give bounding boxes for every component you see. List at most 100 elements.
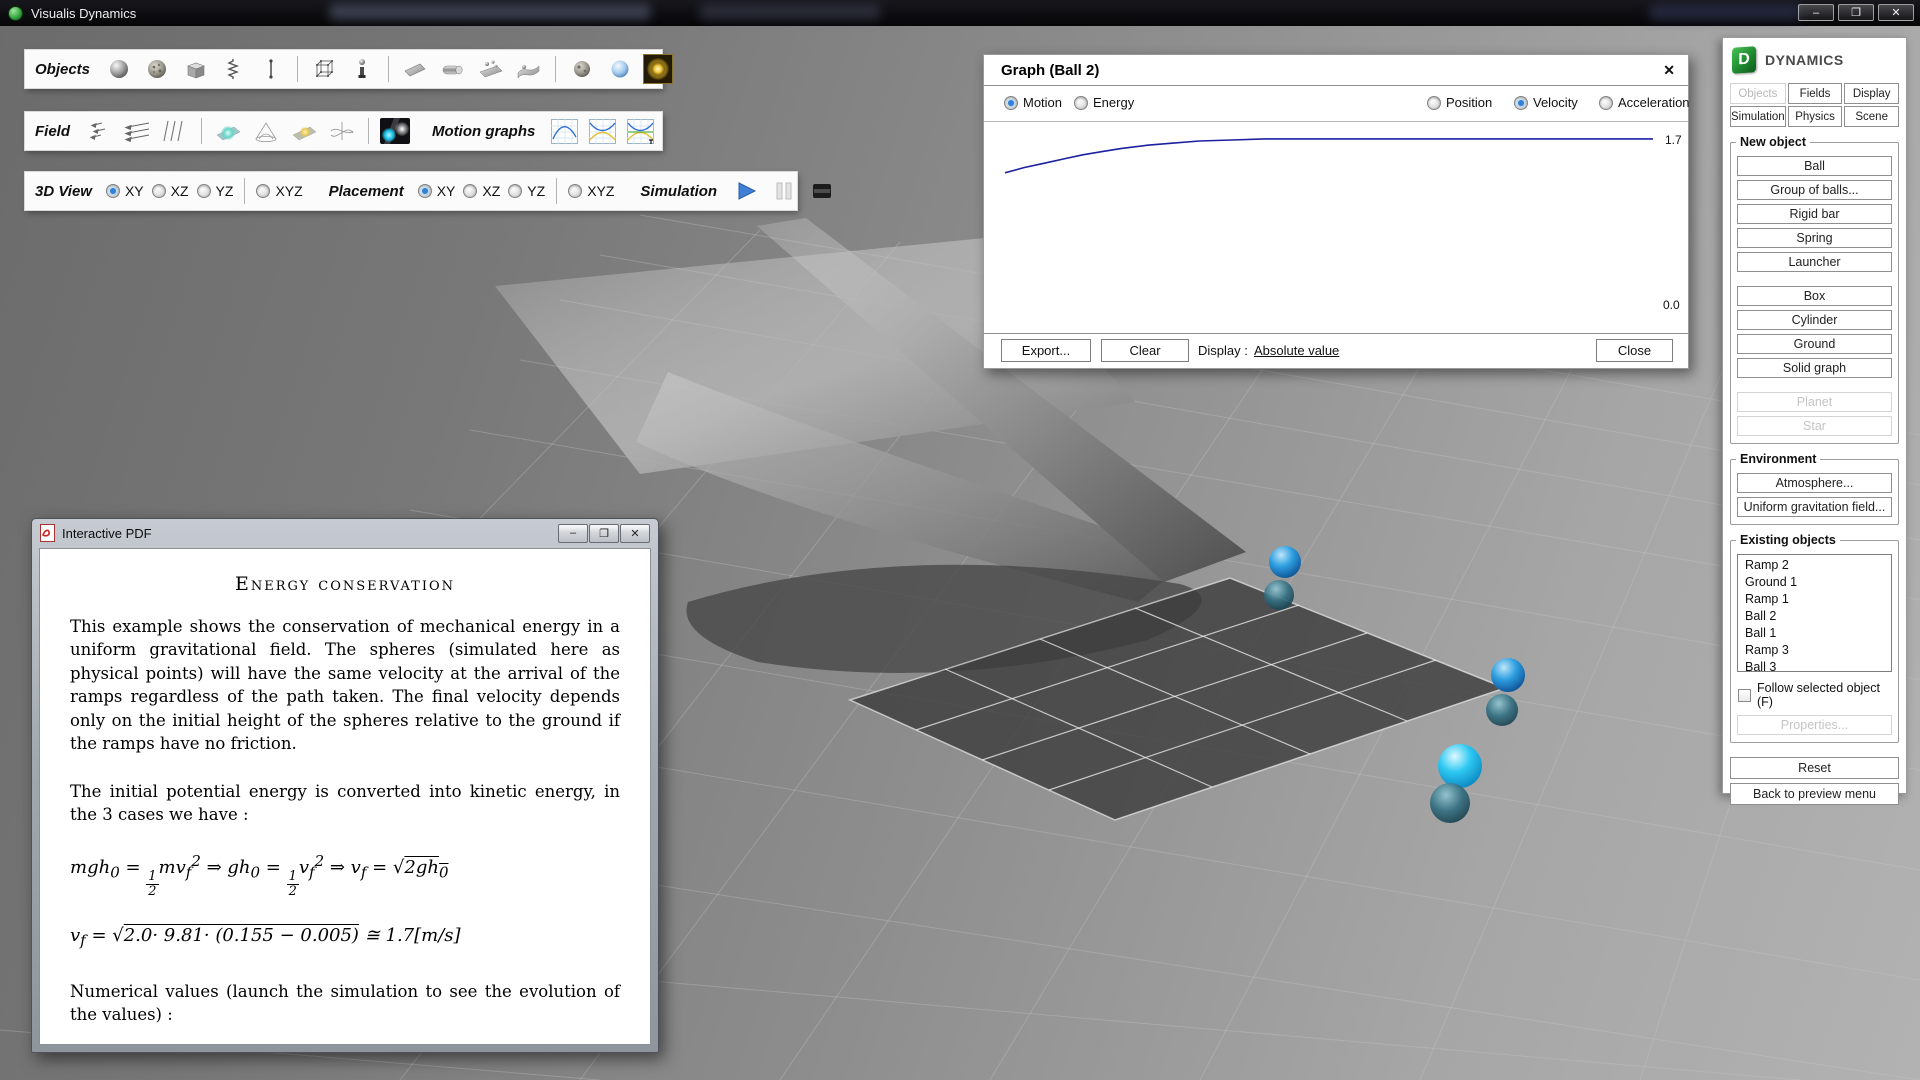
placement-radio-xy[interactable]: XY [418,183,456,199]
solid-graph-icon [516,57,542,81]
pdf-window-title: Interactive PDF [62,526,152,541]
new-spring-button[interactable]: Spring [1737,228,1892,248]
field-display-tool-button[interactable] [380,116,410,146]
close-graph-button[interactable]: Close [1596,339,1673,362]
spring-tool-button[interactable] [218,54,248,84]
follow-object-checkbox[interactable] [1738,689,1751,702]
pdf-heading: Energy conservation [70,573,620,595]
new-cylinder-button[interactable]: Cylinder [1737,310,1892,330]
view-radio-xz[interactable]: XZ [152,183,189,199]
list-item-ball-2[interactable]: Ball 2 [1738,608,1891,625]
tab-fields[interactable]: Fields [1788,83,1843,104]
reset-button[interactable]: Reset [1730,757,1899,779]
launcher-icon [350,57,374,81]
new-launcher-button[interactable]: Launcher [1737,252,1892,272]
pause-button[interactable] [769,176,799,206]
new-ball-button[interactable]: Ball [1737,156,1892,176]
maximize-button[interactable]: ❐ [1838,4,1874,21]
ground-tool-button[interactable] [476,54,506,84]
toolbar-separator [201,118,202,144]
motion-graph-single-button[interactable] [549,116,579,146]
asteroid-tool-button[interactable] [567,54,597,84]
field-lines-tool-button[interactable] [160,116,190,146]
tab-physics[interactable]: Physics [1788,106,1843,127]
box-tool-button[interactable] [180,54,210,84]
pdf-minimize-button[interactable]: – [558,524,588,543]
placement-radio-xz[interactable]: XZ [463,183,500,199]
group-of-balls-tool-button[interactable] [142,54,172,84]
list-item-ball-1[interactable]: Ball 1 [1738,625,1891,642]
radio-icon [508,184,522,198]
pdf-close-button[interactable]: ✕ [620,524,650,543]
potential-well-tool-button[interactable] [289,116,319,146]
play-button[interactable] [731,176,761,206]
numerical-values-heading: Numerical values (launch the simulation … [70,980,620,1027]
list-item-ramp-3[interactable]: Ramp 3 [1738,642,1891,659]
tab-display[interactable]: Display [1844,83,1899,104]
atmosphere-button[interactable]: Atmosphere... [1737,473,1892,493]
velocity-curve [1005,139,1653,173]
list-item-ball-3[interactable]: Ball 3 [1738,659,1891,672]
minimize-button[interactable]: – [1798,4,1834,21]
cylinder-tool-button[interactable] [438,54,468,84]
planet-tool-button[interactable] [605,54,635,84]
placement-radio-xyz[interactable]: XYZ [568,183,614,199]
uniform-gravitation-field-button[interactable]: Uniform gravitation field... [1737,497,1892,517]
new-solid-graph-button[interactable]: Solid graph [1737,358,1892,378]
radio-icon [106,184,120,198]
pdf-maximize-button[interactable]: ❐ [589,524,619,543]
tab-scene[interactable]: Scene [1844,106,1899,127]
ground-icon [478,57,504,81]
export-button[interactable]: Export... [1001,339,1091,362]
placement-radio-yz[interactable]: YZ [508,183,545,199]
vector-field-tool-button[interactable] [84,116,114,146]
uniform-field-tool-button[interactable] [122,116,152,146]
list-item-ground-1[interactable]: Ground 1 [1738,574,1891,591]
motion-graph-triple-button[interactable] [625,116,655,146]
rigid-bar-icon [259,57,283,81]
potential-peak-tool-button[interactable] [251,116,281,146]
potential-surface-tool-button[interactable] [213,116,243,146]
motion-graph-double-button[interactable] [587,116,617,146]
graph-quantity-position-radio[interactable]: Position [1427,95,1492,110]
tab-simulation[interactable]: Simulation [1730,106,1786,127]
graph-quantity-velocity-radio[interactable]: Velocity [1514,95,1578,110]
ball-2-sphere[interactable] [1264,546,1301,610]
clear-button[interactable]: Clear [1101,339,1189,362]
view-radio-yz[interactable]: YZ [197,183,234,199]
graph-mode-motion-radio[interactable]: Motion [1004,95,1062,110]
new-rigid-bar-button[interactable]: Rigid bar [1737,204,1892,224]
pdf-icon [40,524,55,542]
graph-mode-energy-radio[interactable]: Energy [1074,95,1134,110]
toolbar-separator [244,178,245,204]
list-item-ramp-2[interactable]: Ramp 2 [1738,557,1891,574]
new-group-of-balls-button[interactable]: Group of balls... [1737,180,1892,200]
solid-graph-tool-button[interactable] [514,54,544,84]
separator [984,333,1688,334]
graph-quantity-acceleration-radio[interactable]: Acceleration [1599,95,1690,110]
wireframe-box-tool-button[interactable] [309,54,339,84]
potential-saddle-tool-button[interactable] [327,116,357,146]
ramp-tool-button[interactable] [400,54,430,84]
rigid-bar-tool-button[interactable] [256,54,286,84]
ball-tool-button[interactable] [104,54,134,84]
star-tool-button[interactable] [643,54,673,84]
view-radio-xy[interactable]: XY [106,183,144,199]
ball-3-sphere[interactable] [1430,744,1482,823]
view-radio-xyz[interactable]: XYZ [256,183,302,199]
stop-button[interactable] [807,176,837,206]
display-mode-link[interactable]: Absolute value [1254,343,1339,358]
tab-objects[interactable]: Objects [1730,83,1786,104]
back-to-preview-menu-button[interactable]: Back to preview menu [1730,783,1899,805]
launcher-tool-button[interactable] [347,54,377,84]
radio-icon [1074,96,1088,110]
new-box-button[interactable]: Box [1737,286,1892,306]
close-button[interactable]: ✕ [1878,4,1914,21]
existing-objects-list[interactable]: Ramp 2 Ground 1 Ramp 1 Ball 2 Ball 1 Ram… [1737,554,1892,672]
list-item-ramp-1[interactable]: Ramp 1 [1738,591,1891,608]
graph-close-icon[interactable]: ✕ [1663,62,1675,79]
new-ground-button[interactable]: Ground [1737,334,1892,354]
objects-toolbar: Objects [25,50,662,88]
pdf-titlebar[interactable]: Interactive PDF – ❐ ✕ [32,519,658,547]
well-plate-icon [290,119,318,143]
